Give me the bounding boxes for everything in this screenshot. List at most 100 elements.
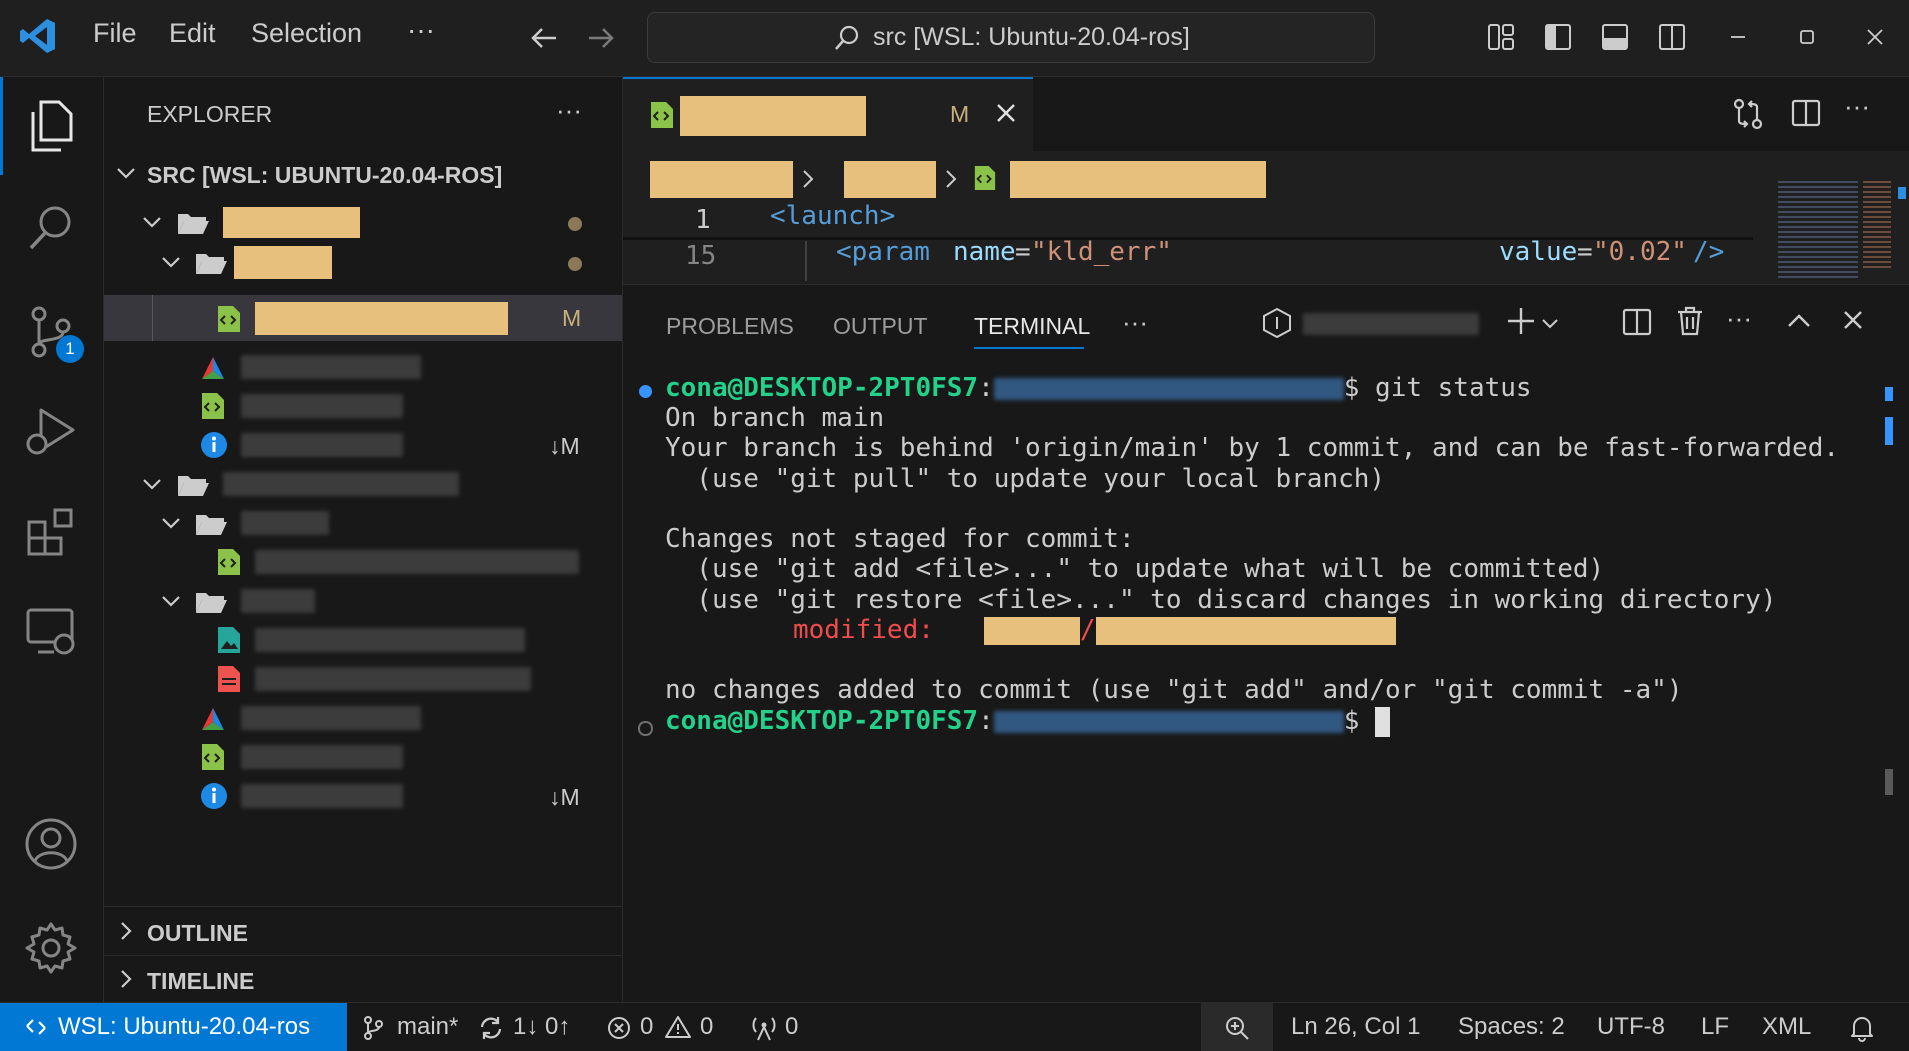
tree-file-selected[interactable]: M — [104, 295, 622, 341]
split-editor-icon[interactable] — [1790, 97, 1822, 134]
remote-indicator[interactable]: WSL: Ubuntu-20.04-ros — [0, 1003, 347, 1051]
customize-layout-icon[interactable] — [1486, 22, 1516, 57]
split-terminal-icon[interactable] — [1621, 306, 1653, 343]
line-number: 1 — [695, 205, 711, 235]
tree-folder[interactable] — [104, 200, 622, 244]
menu-selection[interactable]: Selection — [251, 18, 362, 49]
xml-file-icon — [973, 165, 997, 196]
extensions-icon[interactable] — [18, 499, 84, 565]
new-terminal-plus-icon[interactable] — [1505, 305, 1537, 342]
notifications-bell-icon[interactable] — [1849, 1014, 1875, 1049]
redacted-breadcrumb-item[interactable] — [1010, 161, 1266, 198]
tree-file[interactable]: ↓M — [104, 774, 622, 818]
encoding[interactable]: UTF-8 — [1597, 1013, 1665, 1041]
tree-file[interactable] — [104, 384, 622, 428]
maximize-icon[interactable] — [1794, 24, 1820, 55]
warning-count[interactable]: 0 — [700, 1013, 713, 1041]
git-branch-button[interactable]: main* — [397, 1013, 458, 1041]
minimap[interactable] — [1753, 151, 1909, 284]
tree-folder[interactable] — [104, 579, 622, 623]
editor-more-button[interactable]: ··· — [1844, 91, 1870, 122]
timeline-section[interactable]: TIMELINE — [104, 959, 622, 1003]
code-attr: name — [953, 237, 1016, 267]
redacted-folder-name — [223, 207, 360, 238]
chevron-down-icon[interactable] — [1540, 313, 1560, 338]
command-center-search[interactable]: src [WSL: Ubuntu-20.04-ros] — [647, 12, 1375, 63]
menu-more-button[interactable]: ··· — [407, 14, 435, 46]
error-count[interactable]: 0 — [640, 1013, 653, 1041]
menu-edit[interactable]: Edit — [169, 18, 216, 49]
tree-file[interactable]: ↓M — [104, 423, 622, 467]
line-number: 15 — [685, 241, 717, 271]
trash-icon[interactable] — [1675, 305, 1705, 342]
modified-label: modified: — [793, 615, 934, 645]
code-editor[interactable]: 1 <launch> 15 <param name = "kld_err" va… — [623, 201, 1753, 284]
language-mode[interactable]: XML — [1762, 1013, 1811, 1041]
terminal-more-button[interactable]: ··· — [1726, 303, 1752, 334]
close-panel-icon[interactable] — [1840, 307, 1866, 338]
toggle-secondary-sidebar-icon[interactable] — [1657, 22, 1687, 57]
tree-file[interactable] — [104, 618, 622, 662]
tree-folder[interactable] — [104, 501, 622, 545]
tree-folder[interactable] — [104, 462, 622, 506]
tab-terminal[interactable]: TERMINAL — [974, 313, 1090, 340]
tab-output[interactable]: OUTPUT — [833, 313, 928, 340]
bash-shell-icon — [1262, 307, 1292, 344]
cursor-position[interactable]: Ln 26, Col 1 — [1291, 1013, 1420, 1041]
redacted-tab-title — [680, 96, 866, 136]
outline-section[interactable]: OUTLINE — [104, 911, 622, 955]
chevron-right-icon — [114, 919, 138, 950]
indentation[interactable]: Spaces: 2 — [1458, 1013, 1565, 1041]
panel-more-button[interactable]: ··· — [1122, 307, 1148, 338]
sync-icon — [478, 1015, 504, 1048]
workspace-root[interactable]: SRC [WSL: UBUNTU-20.04-ROS] — [104, 153, 622, 197]
search-icon[interactable] — [18, 195, 84, 261]
toggle-panel-icon[interactable] — [1600, 22, 1630, 57]
editor-area: M ··· 1 <launch> 15 <param name = "kld_e… — [623, 77, 1909, 284]
redacted-breadcrumb-item[interactable] — [844, 161, 936, 198]
blurred-folder-name — [241, 589, 315, 613]
back-arrow-icon[interactable] — [528, 22, 560, 59]
remote-explorer-icon[interactable] — [18, 599, 84, 665]
source-control-icon[interactable]: 1 — [18, 299, 84, 365]
terminal-output[interactable]: cona@DESKTOP-2PT0FS7: $ git status On bra… — [623, 373, 1873, 993]
explorer-icon[interactable] — [18, 93, 84, 159]
zoom-in-icon — [1223, 1014, 1251, 1049]
explorer-more-button[interactable]: ··· — [556, 95, 582, 126]
info-icon — [200, 431, 228, 466]
terminal-line: (use "git pull" to update your local bra… — [665, 464, 1386, 494]
minimize-icon[interactable] — [1725, 24, 1751, 55]
status-bar: WSL: Ubuntu-20.04-ros main* 1↓ 0↑ 0 0 0 … — [0, 1002, 1909, 1051]
folder-open-icon — [194, 250, 228, 283]
accounts-icon[interactable] — [18, 811, 84, 877]
run-debug-icon[interactable] — [18, 399, 84, 465]
remote-icon — [24, 1015, 48, 1046]
tree-file[interactable] — [104, 657, 622, 701]
toggle-primary-sidebar-icon[interactable] — [1543, 22, 1573, 57]
zoom-button[interactable] — [1201, 1003, 1273, 1051]
tree-folder[interactable] — [104, 240, 622, 284]
terminal-scrollbar[interactable] — [1885, 373, 1893, 993]
redacted-file-name — [255, 302, 508, 335]
end-of-line[interactable]: LF — [1701, 1013, 1729, 1041]
tree-file[interactable] — [104, 696, 622, 740]
minimap-content — [1778, 181, 1858, 281]
ports-count[interactable]: 0 — [785, 1013, 798, 1041]
tab-problems[interactable]: PROBLEMS — [666, 313, 794, 340]
close-icon[interactable] — [1862, 24, 1888, 55]
sync-status-button[interactable]: 1↓ 0↑ — [513, 1013, 570, 1041]
blurred-terminal-name[interactable] — [1303, 313, 1479, 335]
tree-file[interactable] — [104, 345, 622, 389]
redacted-breadcrumb-item[interactable] — [650, 161, 793, 198]
maximize-panel-chevron-up-icon[interactable] — [1785, 309, 1813, 338]
tree-file[interactable] — [104, 540, 622, 584]
prompt-user-host: cona@DESKTOP-2PT0FS7 — [665, 706, 979, 736]
forward-arrow-icon[interactable] — [585, 22, 617, 59]
tree-file[interactable] — [104, 735, 622, 779]
settings-gear-icon[interactable] — [18, 915, 84, 981]
compare-changes-icon[interactable] — [1731, 97, 1765, 136]
menu-file[interactable]: File — [93, 18, 137, 49]
editor-tab-active[interactable]: M — [623, 77, 1033, 153]
code-tag-end: /> — [1693, 237, 1725, 267]
tab-close-icon[interactable] — [993, 100, 1019, 131]
